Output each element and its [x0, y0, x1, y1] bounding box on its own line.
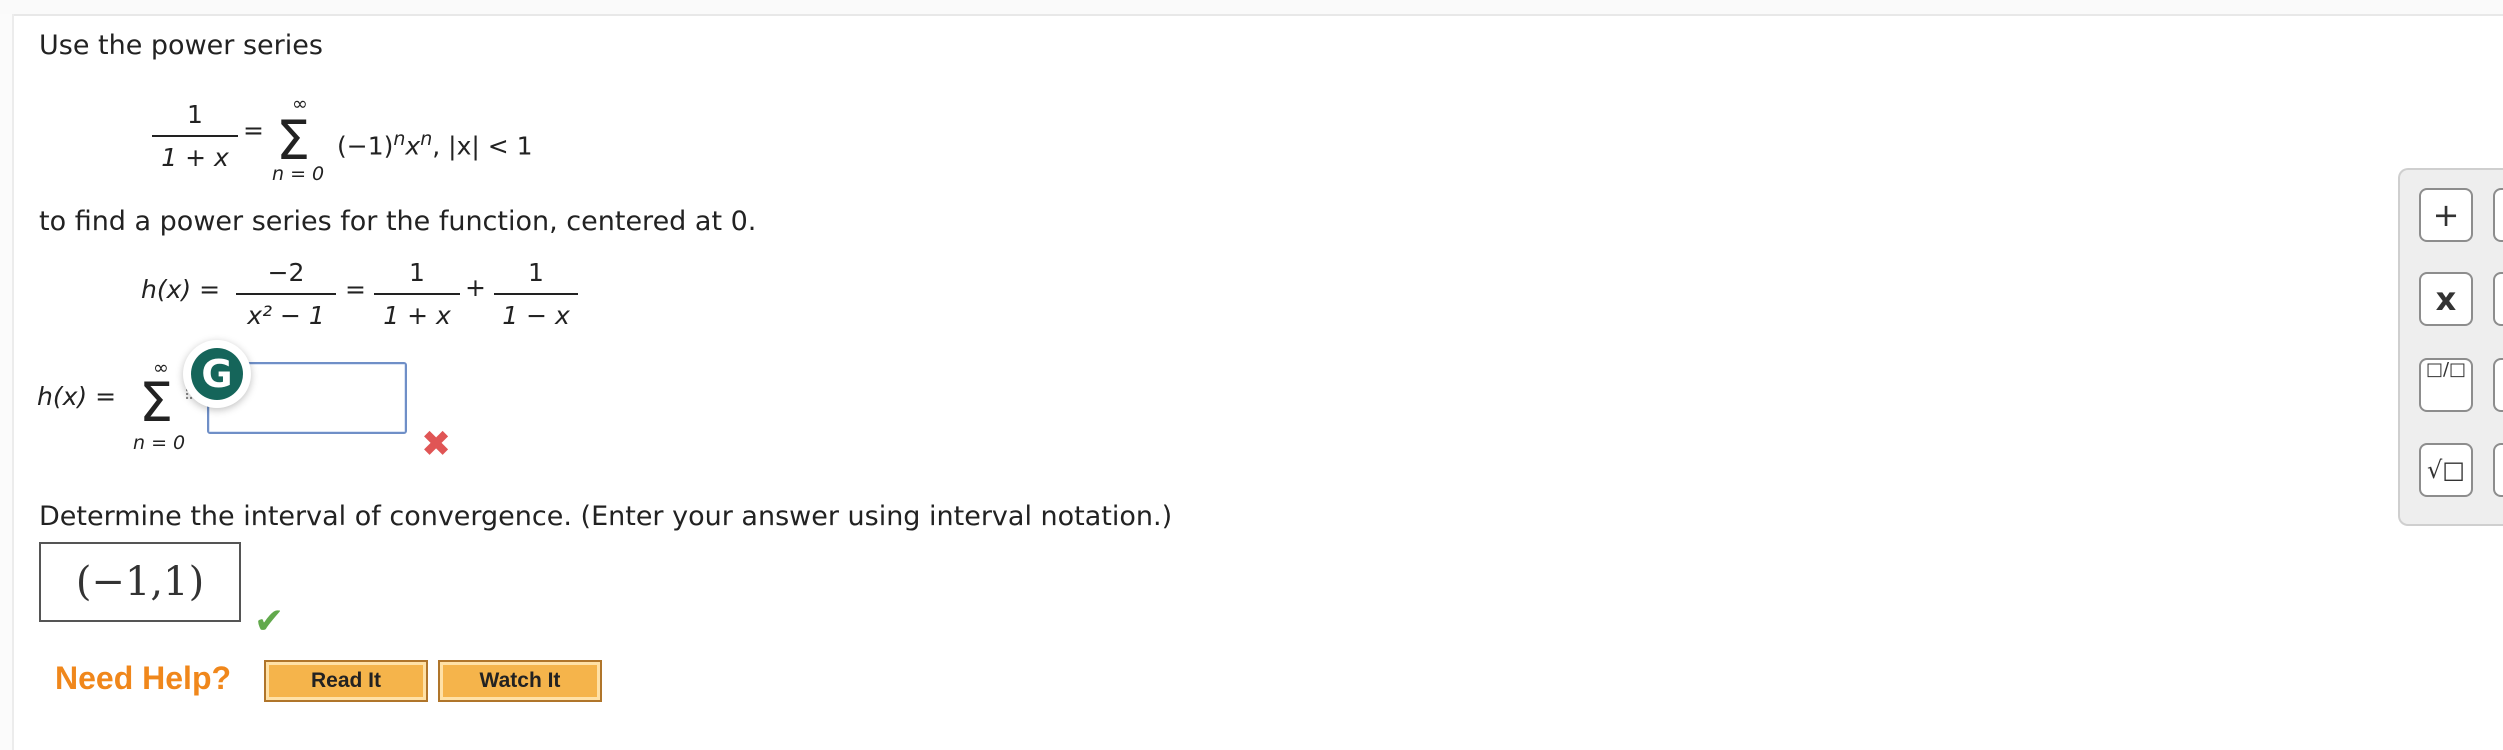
term-x-exponent: n [420, 128, 433, 150]
intro-text: Use the power series [39, 30, 323, 61]
function-fraction-2-denominator: 1 + x [374, 293, 460, 330]
function-fraction-3-numerator: 1 [528, 258, 544, 287]
top-border [0, 0, 2503, 16]
function-fraction-3: 1 1 − x [494, 258, 578, 330]
check-icon: ✔ [254, 601, 285, 642]
given-fraction-denominator: 1 + x [152, 135, 238, 172]
term-x: x [405, 131, 421, 161]
term-exponent: n [393, 128, 406, 150]
given-sum-lower: n = 0 [272, 163, 325, 185]
function-equals: = [345, 275, 366, 304]
function-fraction-1: −2 x² − 1 [236, 258, 336, 330]
function-plus: + [465, 273, 486, 302]
answer-sum-lower: n = 0 [133, 432, 186, 454]
need-help-label: Need Help? [55, 660, 232, 696]
function-fraction-3-denominator: 1 − x [494, 293, 578, 330]
answer-sigma: Σ [139, 371, 174, 434]
grammarly-g-icon[interactable]: G [183, 340, 251, 408]
function-fraction-2-numerator: 1 [409, 258, 425, 287]
function-fraction-2: 1 1 + x [374, 258, 460, 330]
given-equals: = [243, 116, 264, 145]
function-fraction-1-denominator: x² − 1 [236, 293, 336, 330]
palette-fraction-button[interactable]: □/□ [2419, 358, 2473, 412]
left-border [0, 14, 14, 750]
grammarly-letter: G [191, 348, 243, 400]
palette-x-button[interactable]: x [2419, 272, 2473, 326]
palette-plus-button[interactable]: + [2419, 188, 2473, 242]
palette-col2-button-1[interactable] [2493, 188, 2503, 242]
function-lhs: h(x) = [141, 275, 221, 304]
x-mark-icon: ✖ [421, 424, 452, 465]
palette-col2-button-4[interactable] [2493, 443, 2503, 497]
palette-col2-button-2[interactable] [2493, 272, 2503, 326]
given-term: (−1)nxn, |x| < 1 [337, 128, 533, 160]
term-condition: , |x| < 1 [432, 131, 533, 161]
term-base: (−1) [337, 131, 394, 161]
fraction-template-icon: □/□ [2425, 359, 2467, 380]
watch-it-button[interactable]: Watch It [438, 660, 602, 702]
palette-sqrt-button[interactable]: √□ [2419, 443, 2473, 497]
instruction-text: to find a power series for the function,… [39, 206, 757, 237]
given-fraction: 1 1 + x [152, 100, 238, 172]
given-sigma: Σ [276, 109, 311, 172]
function-fraction-1-numerator: −2 [267, 258, 305, 287]
interval-answer-input[interactable]: (−1,1) [39, 542, 241, 622]
palette-col2-button-3[interactable] [2493, 358, 2503, 412]
read-it-button[interactable]: Read It [264, 660, 428, 702]
given-fraction-numerator: 1 [187, 100, 203, 129]
answer-lhs: h(x) = [37, 382, 117, 411]
interval-prompt: Determine the interval of convergence. (… [39, 501, 1173, 532]
